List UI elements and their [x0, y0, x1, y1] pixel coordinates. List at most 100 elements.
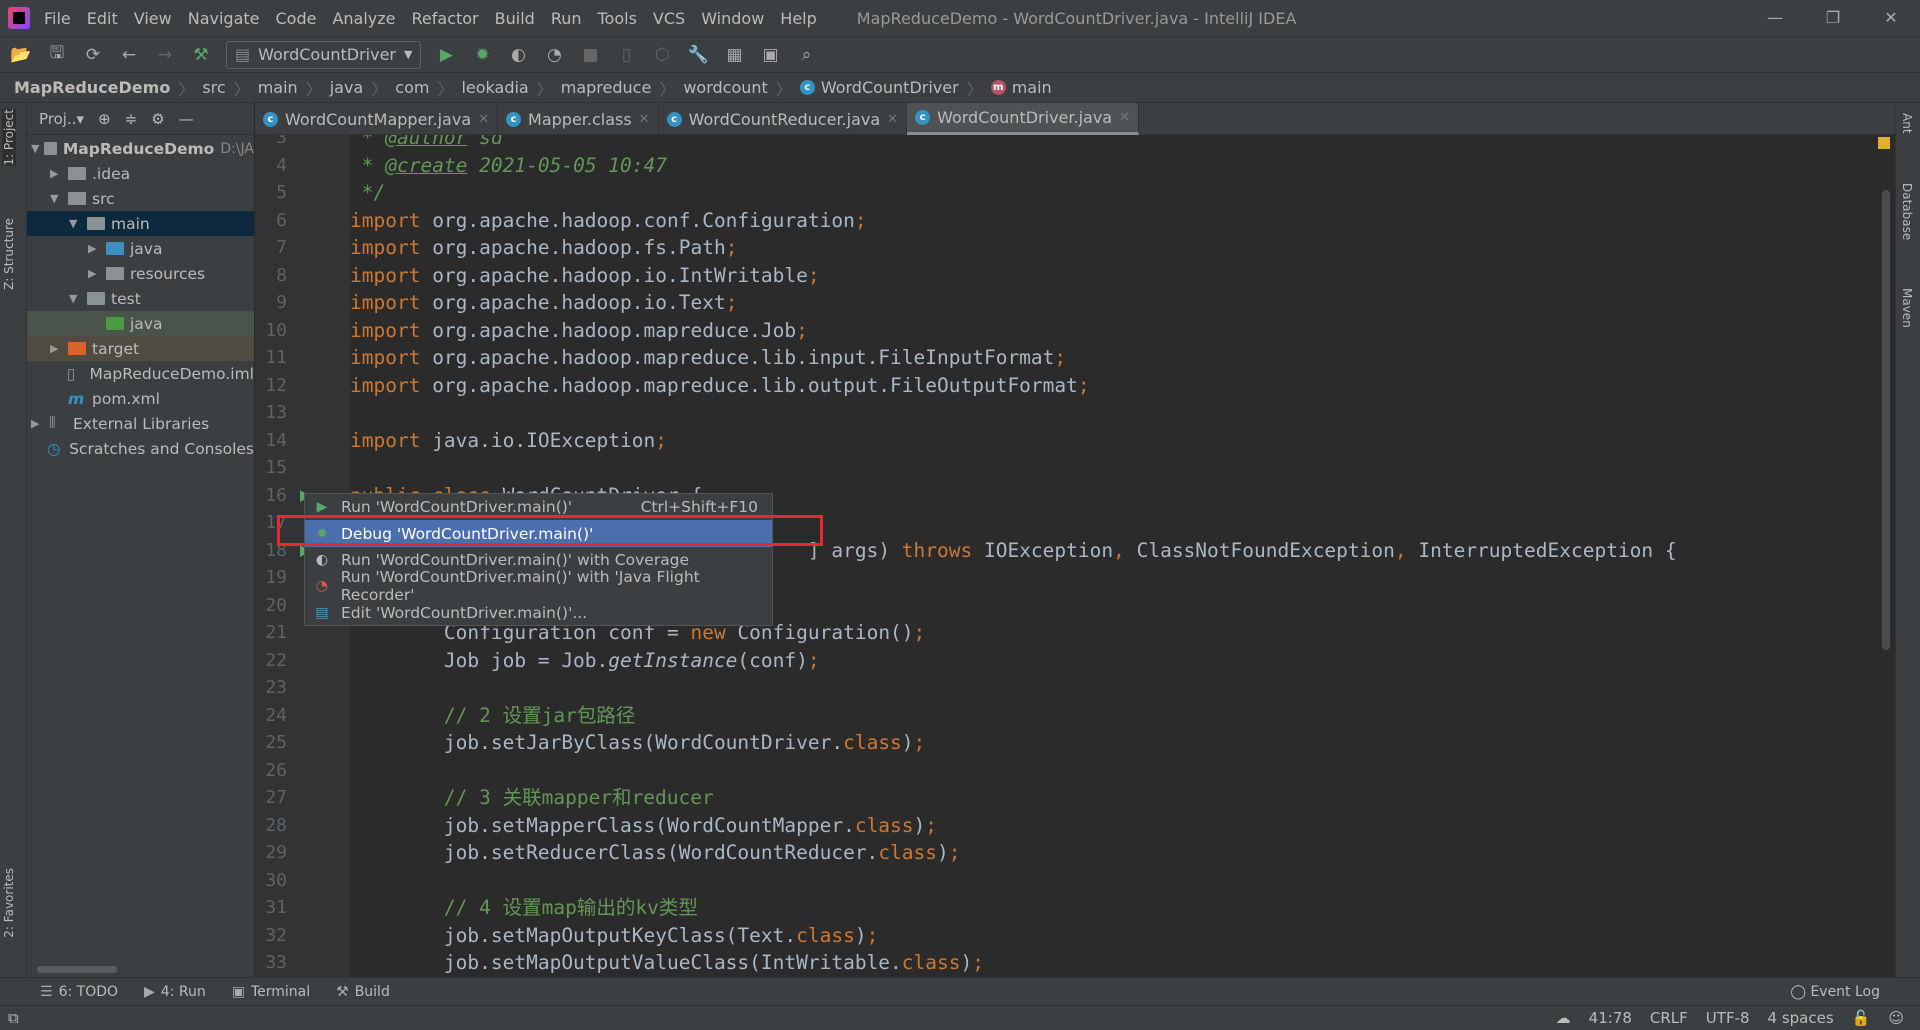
menu-analyze[interactable]: Analyze	[332, 9, 395, 28]
menu-refactor[interactable]: Refactor	[412, 9, 479, 28]
locate-icon[interactable]: ⊕	[98, 110, 111, 128]
search-icon[interactable]: ⌕	[795, 45, 817, 65]
breadcrumb-item[interactable]: MapReduceDemo	[14, 78, 170, 97]
editor-tab[interactable]: c WordCountDriver.java ✕	[907, 103, 1139, 135]
indent-setting[interactable]: 4 spaces	[1768, 1009, 1834, 1027]
build-hammer-icon[interactable]: ⚒	[190, 45, 212, 65]
expand-arrow-icon[interactable]: ▶	[50, 167, 68, 180]
expand-arrow-icon[interactable]: ▼	[50, 192, 68, 205]
close-tab-icon[interactable]: ✕	[639, 112, 650, 127]
project-tool-tab[interactable]: 1: Project	[2, 109, 16, 166]
project-view-select[interactable]: Proj..▾	[39, 110, 84, 128]
save-icon[interactable]: 🖫	[46, 40, 68, 69]
tool-window-button[interactable]: ▶ 4: Run	[144, 984, 206, 1000]
tree-item[interactable]: m pom.xml	[27, 386, 254, 411]
lock-open-icon[interactable]: 🔓	[1852, 1009, 1871, 1027]
cloud-settings-icon[interactable]: ☁	[1556, 1009, 1571, 1027]
tree-item[interactable]: ▶ ⦀ External Libraries	[27, 411, 254, 436]
tree-item[interactable]: ▶ java	[27, 236, 254, 261]
breadcrumb-item[interactable]: src	[202, 78, 225, 97]
ant-tool-tab[interactable]: Ant	[1900, 113, 1914, 134]
close-tab-icon[interactable]: ✕	[478, 112, 489, 127]
menu-window[interactable]: Window	[701, 9, 764, 28]
database-tool-tab[interactable]: Database	[1900, 183, 1914, 240]
forward-icon[interactable]: →	[154, 45, 176, 65]
structure-tool-tab[interactable]: Z: Structure	[2, 218, 16, 290]
tree-item[interactable]: ▶ target	[27, 336, 254, 361]
breadcrumb-item[interactable]: leokadia	[461, 78, 528, 97]
collapse-all-icon[interactable]: ≑	[125, 110, 138, 128]
menu-help[interactable]: Help	[780, 9, 816, 28]
gear-icon[interactable]: ⚙	[151, 110, 164, 128]
menu-code[interactable]: Code	[276, 9, 317, 28]
editor-tab[interactable]: c WordCountReducer.java ✕	[659, 103, 908, 135]
back-icon[interactable]: ←	[118, 45, 140, 65]
breadcrumb-item[interactable]: main	[258, 78, 298, 97]
favorites-tool-tab[interactable]: 2: Favorites	[2, 868, 16, 938]
close-button[interactable]: ✕	[1862, 0, 1920, 36]
coverage-icon[interactable]: ◐	[507, 45, 529, 65]
debug-icon[interactable]: ✹	[471, 45, 493, 65]
expand-arrow-icon[interactable]: ▼	[69, 217, 87, 230]
expand-arrow-icon[interactable]: ▶	[88, 242, 106, 255]
close-tab-icon[interactable]: ✕	[887, 112, 898, 127]
menu-view[interactable]: View	[134, 9, 172, 28]
menu-vcs[interactable]: VCS	[653, 9, 685, 28]
expand-arrow-icon[interactable]: ▼	[69, 292, 87, 305]
breadcrumb-item[interactable]: wordcount	[683, 78, 767, 97]
sync-icon[interactable]: ⟳	[82, 45, 104, 65]
expand-arrow-icon[interactable]: ▶	[88, 267, 106, 280]
breadcrumb-item[interactable]: mapreduce	[561, 78, 652, 97]
restore-button[interactable]: ❐	[1804, 0, 1862, 36]
tree-item[interactable]: ▼ MapReduceDemo D:\JA	[27, 136, 254, 161]
project-structure-icon[interactable]: ▦	[723, 45, 745, 65]
caret-position[interactable]: 41:78	[1589, 1009, 1632, 1027]
editor-tab[interactable]: c WordCountMapper.java ✕	[255, 103, 499, 135]
settings-wrench-icon[interactable]: 🔧	[687, 45, 709, 65]
breadcrumb-item[interactable]: main	[1012, 78, 1052, 97]
expand-arrow-icon[interactable]: ▼	[31, 142, 44, 155]
menu-navigate[interactable]: Navigate	[188, 9, 260, 28]
tool-window-button[interactable]: ⚒ Build	[336, 984, 390, 1000]
event-log-button[interactable]: ◯ Event Log	[1790, 984, 1880, 1000]
editor-tab[interactable]: c Mapper.class ✕	[498, 103, 659, 135]
terminal-icon[interactable]: ▣	[759, 45, 781, 65]
stop-icon[interactable]: ■	[579, 45, 601, 65]
menu-run[interactable]: Run	[551, 9, 582, 28]
tree-item[interactable]: ▶ .idea	[27, 161, 254, 186]
context-menu-item[interactable]: ◔ Run 'WordCountDriver.main()' with 'Java…	[305, 568, 772, 604]
tree-item[interactable]: java	[27, 311, 254, 336]
horizontal-scrollbar[interactable]	[37, 966, 117, 973]
attach-icon[interactable]: ⬡	[651, 45, 673, 65]
maven-tool-tab[interactable]: Maven	[1900, 288, 1914, 328]
menu-build[interactable]: Build	[495, 9, 535, 28]
device-icon[interactable]: ▯	[615, 45, 637, 65]
tree-item[interactable]: ▼ main	[27, 211, 254, 236]
menu-tools[interactable]: Tools	[598, 9, 637, 28]
breadcrumb-item[interactable]: com	[395, 78, 429, 97]
expand-arrow-icon[interactable]: ▶	[50, 342, 68, 355]
menu-file[interactable]: File	[44, 9, 71, 28]
tool-window-button[interactable]: ▣ Terminal	[232, 984, 310, 1000]
warning-marker[interactable]	[1878, 137, 1890, 149]
tree-item[interactable]: ▶ resources	[27, 261, 254, 286]
tree-item[interactable]: ◷ Scratches and Consoles	[27, 436, 254, 461]
tree-item[interactable]: ▯ MapReduceDemo.iml	[27, 361, 254, 386]
breadcrumb-item[interactable]: WordCountDriver	[821, 78, 959, 97]
profiler-icon[interactable]: ◔	[543, 45, 565, 65]
hide-icon[interactable]: —	[179, 110, 194, 128]
run-icon[interactable]: ▶	[435, 45, 457, 65]
tree-item[interactable]: ▼ test	[27, 286, 254, 311]
minimize-button[interactable]: —	[1746, 0, 1804, 36]
close-tab-icon[interactable]: ✕	[1119, 110, 1130, 125]
line-separator[interactable]: CRLF	[1650, 1009, 1688, 1027]
open-folder-icon[interactable]: 📂	[10, 45, 32, 65]
breadcrumb-item[interactable]: java	[330, 78, 364, 97]
tool-windows-toggle-icon[interactable]: ⧉	[8, 1009, 19, 1027]
context-menu-item[interactable]: ▤ Edit 'WordCountDriver.main()'...	[305, 600, 772, 626]
expand-arrow-icon[interactable]: ▶	[31, 417, 49, 430]
tool-window-button[interactable]: ☰ 6: TODO	[40, 984, 118, 1000]
tree-item[interactable]: ▼ src	[27, 186, 254, 211]
run-configuration-select[interactable]: ▤ WordCountDriver ▼	[226, 40, 422, 69]
inspector-icon[interactable]: ☺	[1888, 1009, 1904, 1027]
